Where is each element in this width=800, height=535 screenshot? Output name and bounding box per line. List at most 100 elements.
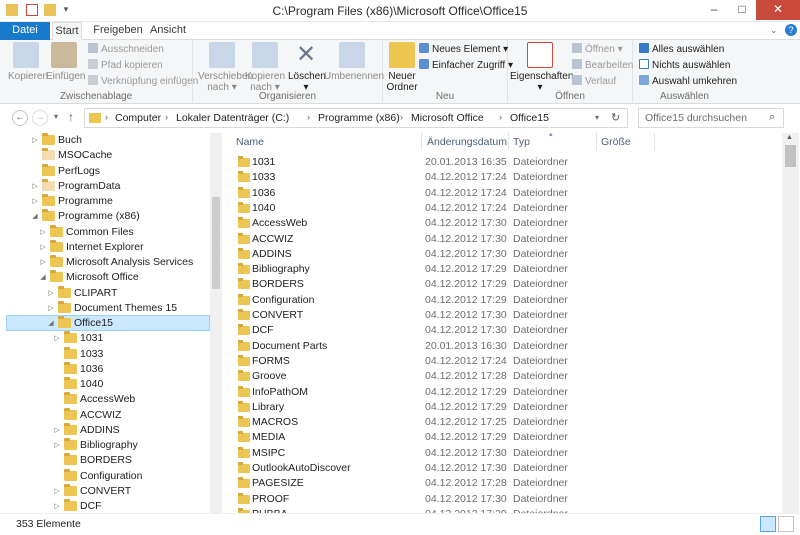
breadcrumb-drive[interactable]: Lokaler Datenträger (C:)	[176, 112, 289, 124]
tree-item[interactable]: ▷ Bibliography	[0, 438, 205, 453]
tree-item[interactable]: AccessWeb	[0, 392, 205, 407]
expand-arrow-icon[interactable]: ▷	[47, 301, 55, 316]
expand-arrow-icon[interactable]: ▷	[39, 225, 47, 240]
breadcrumb-separator[interactable]: ›	[105, 112, 108, 122]
tab-datei[interactable]: Datei	[0, 22, 50, 40]
file-row[interactable]: PAGESIZE 04.12.2012 17:28 Dateiordner	[222, 476, 782, 491]
expand-arrow-icon[interactable]: ▷	[31, 194, 39, 209]
expand-arrow-icon[interactable]: ▷	[53, 499, 61, 513]
tree-item[interactable]: ▷ 1031	[0, 331, 205, 346]
tree-item[interactable]: ▷ Internet Explorer	[0, 239, 205, 255]
expand-arrow-icon[interactable]: ▷	[39, 255, 47, 270]
file-row[interactable]: 1040 04.12.2012 17:24 Dateiordner	[222, 201, 782, 216]
file-row[interactable]: FORMS 04.12.2012 17:24 Dateiordner	[222, 354, 782, 369]
help-icon[interactable]: ?	[785, 24, 797, 36]
search-icon[interactable]: ⌕	[769, 111, 775, 124]
up-icon[interactable]: ↑	[68, 110, 74, 124]
tree-item[interactable]: ▷ Document Themes 15	[0, 300, 205, 316]
tree-item[interactable]: ▷ ProgramData	[0, 178, 205, 194]
breadcrumb-office15[interactable]: Office15	[510, 112, 549, 124]
file-row[interactable]: MACROS 04.12.2012 17:25 Dateiordner	[222, 415, 782, 430]
alles-auswaehlen-button[interactable]: Alles auswählen	[639, 43, 724, 57]
file-row[interactable]: MEDIA 04.12.2012 17:29 Dateiordner	[222, 430, 782, 445]
verschieben-button[interactable]: Verschieben nach ▾	[198, 42, 253, 93]
tree-item[interactable]: ▷ DCF	[0, 499, 205, 513]
file-row[interactable]: CONVERT 04.12.2012 17:30 Dateiordner	[222, 308, 782, 323]
kopieren-button[interactable]: Kopieren	[8, 42, 48, 82]
tree-item[interactable]: MSOCache	[0, 148, 205, 163]
expand-arrow-icon[interactable]: ▷	[53, 423, 61, 438]
file-list-scrollbar-thumb[interactable]	[785, 145, 796, 167]
address-path[interactable]: › Computer › Lokaler Datenträger (C:) › …	[84, 108, 628, 128]
file-row[interactable]: Groove 04.12.2012 17:28 Dateiordner	[222, 369, 782, 384]
file-row[interactable]: PROOF 04.12.2012 17:30 Dateiordner	[222, 492, 782, 507]
tree-item[interactable]: ▷ Microsoft Analysis Services	[0, 255, 205, 270]
tab-freigeben[interactable]: Freigeben	[90, 22, 146, 40]
tree-item[interactable]: ◢ Microsoft Office	[0, 270, 205, 285]
tree-item[interactable]: ▷ Common Files	[0, 224, 205, 240]
maximize-button[interactable]: □	[728, 0, 756, 20]
neues-element-button[interactable]: Neues Element ▾	[419, 43, 508, 57]
file-row[interactable]: BORDERS 04.12.2012 17:29 Dateiordner	[222, 277, 782, 292]
nav-scrollbar-thumb[interactable]	[212, 197, 220, 289]
collapse-arrow-icon[interactable]: ◢	[39, 270, 47, 285]
file-row[interactable]: OutlookAutoDiscover 04.12.2012 17:30 Datei…	[222, 461, 782, 476]
file-row[interactable]: ADDINS 04.12.2012 17:30 Dateiordner	[222, 247, 782, 262]
file-row[interactable]: Configuration 04.12.2012 17:29 Dateiordner	[222, 293, 782, 308]
tree-item[interactable]: Configuration	[0, 468, 205, 484]
expand-arrow-icon[interactable]: ▷	[53, 438, 61, 453]
tree-item[interactable]: ◢ Office15	[0, 316, 205, 331]
expand-arrow-icon[interactable]: ▷	[31, 179, 39, 194]
large-icons-view-icon[interactable]	[778, 516, 794, 532]
file-row[interactable]: Bibliography 04.12.2012 17:29 Dateiordner	[222, 262, 782, 277]
file-row[interactable]: Document Parts 20.01.2013 16:30 Dateiordne…	[222, 339, 782, 354]
breadcrumb-programme[interactable]: Programme (x86)	[318, 112, 400, 124]
recent-locations-icon[interactable]: ▾	[54, 112, 58, 121]
eigenschaften-button[interactable]: Eigenschaften ▾	[510, 42, 573, 93]
tree-item[interactable]: ◢ Programme (x86)	[0, 209, 205, 224]
close-button[interactable]: ✕	[756, 0, 800, 20]
breadcrumb-separator[interactable]: ›	[400, 112, 403, 122]
expand-arrow-icon[interactable]: ▷	[39, 240, 47, 255]
column-header-type[interactable]: Typ	[513, 136, 530, 148]
breadcrumb-separator[interactable]: ›	[307, 112, 310, 122]
einfuegen-button[interactable]: Einfügen	[46, 42, 85, 82]
tab-start[interactable]: Start	[52, 22, 82, 41]
file-row[interactable]: DCF 04.12.2012 17:30 Dateiordner	[222, 323, 782, 338]
search-input[interactable]: Office15 durchsuchen ⌕	[638, 108, 784, 128]
neuer-ordner-button[interactable]: Neuer Ordner	[385, 42, 419, 93]
column-header-date[interactable]: Änderungsdatum	[427, 136, 507, 148]
auswahl-umkehren-button[interactable]: Auswahl umkehren	[639, 75, 737, 89]
column-header-name[interactable]: Name	[236, 136, 264, 148]
pfad-kopieren-button[interactable]: Pfad kopieren	[88, 59, 163, 73]
details-view-icon[interactable]	[760, 516, 776, 532]
column-divider[interactable]	[596, 133, 597, 150]
column-divider[interactable]	[421, 133, 422, 150]
column-header-size[interactable]: Größe	[601, 136, 631, 148]
bearbeiten-button[interactable]: Bearbeiten	[572, 59, 633, 73]
breadcrumb-separator[interactable]: ›	[165, 112, 168, 122]
file-row[interactable]: InfoPathOM 04.12.2012 17:29 Dateiordner	[222, 385, 782, 400]
verlauf-button[interactable]: Verlauf	[572, 75, 616, 89]
tree-item[interactable]: 1036	[0, 361, 205, 377]
refresh-icon[interactable]: ↻	[611, 111, 620, 124]
file-row[interactable]: 1033 04.12.2012 17:24 Dateiordner	[222, 170, 782, 185]
breadcrumb-computer[interactable]: Computer	[115, 112, 161, 124]
collapse-arrow-icon[interactable]: ◢	[47, 316, 55, 331]
tree-item[interactable]: ▷ CLIPART	[0, 285, 205, 301]
file-row[interactable]: MSIPC 04.12.2012 17:30 Dateiordner	[222, 446, 782, 461]
nichts-auswaehlen-button[interactable]: Nichts auswählen	[639, 59, 730, 73]
expand-arrow-icon[interactable]: ▷	[31, 133, 39, 148]
forward-icon[interactable]: →	[32, 110, 48, 126]
file-row[interactable]: 1031 20.01.2013 16:35 Dateiordner	[222, 155, 782, 170]
minimize-button[interactable]: –	[700, 0, 728, 20]
address-dropdown-icon[interactable]: ▾	[595, 113, 599, 122]
tree-item[interactable]: ▷ ADDINS	[0, 422, 205, 438]
tab-ansicht[interactable]: Ansicht	[146, 22, 190, 40]
expand-ribbon-icon[interactable]: ⌄	[770, 25, 778, 36]
tree-item[interactable]: ▷ Buch	[0, 133, 205, 148]
file-row[interactable]: AccessWeb 04.12.2012 17:30 Dateiordner	[222, 216, 782, 231]
kopieren-nach-button[interactable]: Kopieren nach ▾	[245, 42, 285, 93]
collapse-arrow-icon[interactable]: ◢	[31, 209, 39, 224]
tree-item[interactable]: PerfLogs	[0, 163, 205, 179]
